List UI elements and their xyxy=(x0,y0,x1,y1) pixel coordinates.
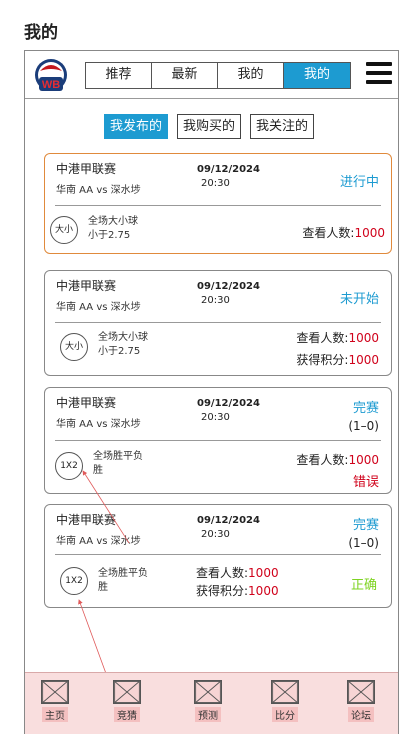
divider xyxy=(55,440,381,441)
top-tab-bar: 推荐 最新 我的 我的 xyxy=(85,62,351,89)
subtab-published[interactable]: 我发布的 xyxy=(104,114,168,139)
views-count: 查看人数:1000 xyxy=(296,453,379,467)
points-earned: 获得积分:1000 xyxy=(196,584,279,598)
status-badge: 完赛 xyxy=(352,401,379,416)
match-date: 09/12/2024 xyxy=(197,164,260,175)
pick-value: 小于2.75 xyxy=(88,230,131,241)
league-name: 中港甲联赛 xyxy=(56,396,117,410)
market-name: 全场胜平负 xyxy=(93,451,143,462)
prediction-card[interactable]: 中港甲联赛 华南 AA vs 深水埗 09/12/2024 20:30 完赛 (… xyxy=(44,504,392,608)
match-time: 20:30 xyxy=(201,412,230,423)
nav-score[interactable]: 比分 xyxy=(267,680,303,723)
image-placeholder-icon xyxy=(113,680,141,704)
subtab-followed[interactable]: 我关注的 xyxy=(250,114,314,139)
pick-description: 全场胜平负 胜 xyxy=(98,567,148,595)
points-earned: 获得积分:1000 xyxy=(296,353,379,367)
divider xyxy=(55,205,381,206)
svg-text:WB: WB xyxy=(42,79,60,91)
tab-mine[interactable]: 我的 xyxy=(218,63,284,88)
prediction-card[interactable]: 中港甲联赛 华南 AA vs 深水埗 09/12/2024 20:30 完赛 (… xyxy=(44,387,392,494)
views-count: 查看人数:1000 xyxy=(296,331,379,345)
image-placeholder-icon xyxy=(271,680,299,704)
nav-label: 比分 xyxy=(272,707,298,722)
market-type-icon: 大小 xyxy=(50,216,78,244)
top-bar: WB 推荐 最新 我的 我的 xyxy=(25,51,398,99)
league-name: 中港甲联赛 xyxy=(56,162,117,176)
nav-home[interactable]: 主页 xyxy=(37,680,73,723)
divider xyxy=(55,322,381,323)
page-title: 我的 xyxy=(24,23,58,43)
match-date: 09/12/2024 xyxy=(197,398,260,409)
pick-value: 胜 xyxy=(93,465,103,476)
image-placeholder-icon xyxy=(194,680,222,704)
match-teams: 华南 AA vs 深水埗 xyxy=(56,536,141,547)
final-score: (1–0) xyxy=(348,419,379,433)
market-name: 全场大小球 xyxy=(98,332,148,343)
tab-mine-active[interactable]: 我的 xyxy=(284,63,350,88)
match-time: 20:30 xyxy=(201,295,230,306)
nav-forum[interactable]: 论坛 xyxy=(343,680,379,723)
status-badge: 未开始 xyxy=(339,292,379,307)
match-teams: 华南 AA vs 深水埗 xyxy=(56,419,141,430)
views-count: 查看人数:1000 xyxy=(302,226,385,240)
bottom-nav: 主页 竞猜 预测 比分 论坛 xyxy=(25,672,398,734)
hamburger-menu-icon[interactable] xyxy=(366,62,392,88)
subtab-purchased[interactable]: 我购买的 xyxy=(177,114,241,139)
status-badge: 完赛 xyxy=(352,518,379,533)
prediction-card[interactable]: 中港甲联赛 华南 AA vs 深水埗 09/12/2024 20:30 未开始 … xyxy=(44,270,392,376)
views-count: 查看人数:1000 xyxy=(196,566,279,580)
nav-predict[interactable]: 预测 xyxy=(190,680,226,723)
pick-description: 全场胜平负 胜 xyxy=(93,450,143,478)
league-name: 中港甲联赛 xyxy=(56,513,117,527)
phone-frame: WB 推荐 最新 我的 我的 我发布的 我购买的 我关注的 中港甲联赛 华南 A… xyxy=(24,50,399,734)
match-date: 09/12/2024 xyxy=(197,281,260,292)
match-time: 20:30 xyxy=(201,178,230,189)
divider xyxy=(55,554,381,555)
nav-label: 论坛 xyxy=(348,707,374,722)
market-type-icon: 1X2 xyxy=(60,567,88,595)
pick-description: 全场大小球 小于2.75 xyxy=(98,331,148,359)
market-name: 全场大小球 xyxy=(88,216,138,227)
tab-recommend[interactable]: 推荐 xyxy=(86,63,152,88)
match-time: 20:30 xyxy=(201,529,230,540)
league-name: 中港甲联赛 xyxy=(56,279,117,293)
pick-description: 全场大小球 小于2.75 xyxy=(88,215,138,243)
match-date: 09/12/2024 xyxy=(197,515,260,526)
market-type-icon: 1X2 xyxy=(55,452,83,480)
nav-guess[interactable]: 竞猜 xyxy=(109,680,145,723)
market-type-icon: 大小 xyxy=(60,333,88,361)
nav-label: 主页 xyxy=(42,707,68,722)
app-logo[interactable]: WB xyxy=(31,57,71,95)
result-wrong: 错误 xyxy=(352,475,379,490)
pick-value: 胜 xyxy=(98,582,108,593)
prediction-card[interactable]: 中港甲联赛 华南 AA vs 深水埗 09/12/2024 20:30 进行中 … xyxy=(44,153,392,254)
final-score: (1–0) xyxy=(348,536,379,550)
match-teams: 华南 AA vs 深水埗 xyxy=(56,302,141,313)
image-placeholder-icon xyxy=(347,680,375,704)
image-placeholder-icon xyxy=(41,680,69,704)
result-correct: 正确 xyxy=(350,578,377,593)
tab-latest[interactable]: 最新 xyxy=(152,63,218,88)
status-badge: 进行中 xyxy=(339,175,379,190)
nav-label: 竞猜 xyxy=(114,707,140,722)
pick-value: 小于2.75 xyxy=(98,346,141,357)
match-teams: 华南 AA vs 深水埗 xyxy=(56,185,141,196)
market-name: 全场胜平负 xyxy=(98,568,148,579)
nav-label: 预测 xyxy=(195,707,221,722)
